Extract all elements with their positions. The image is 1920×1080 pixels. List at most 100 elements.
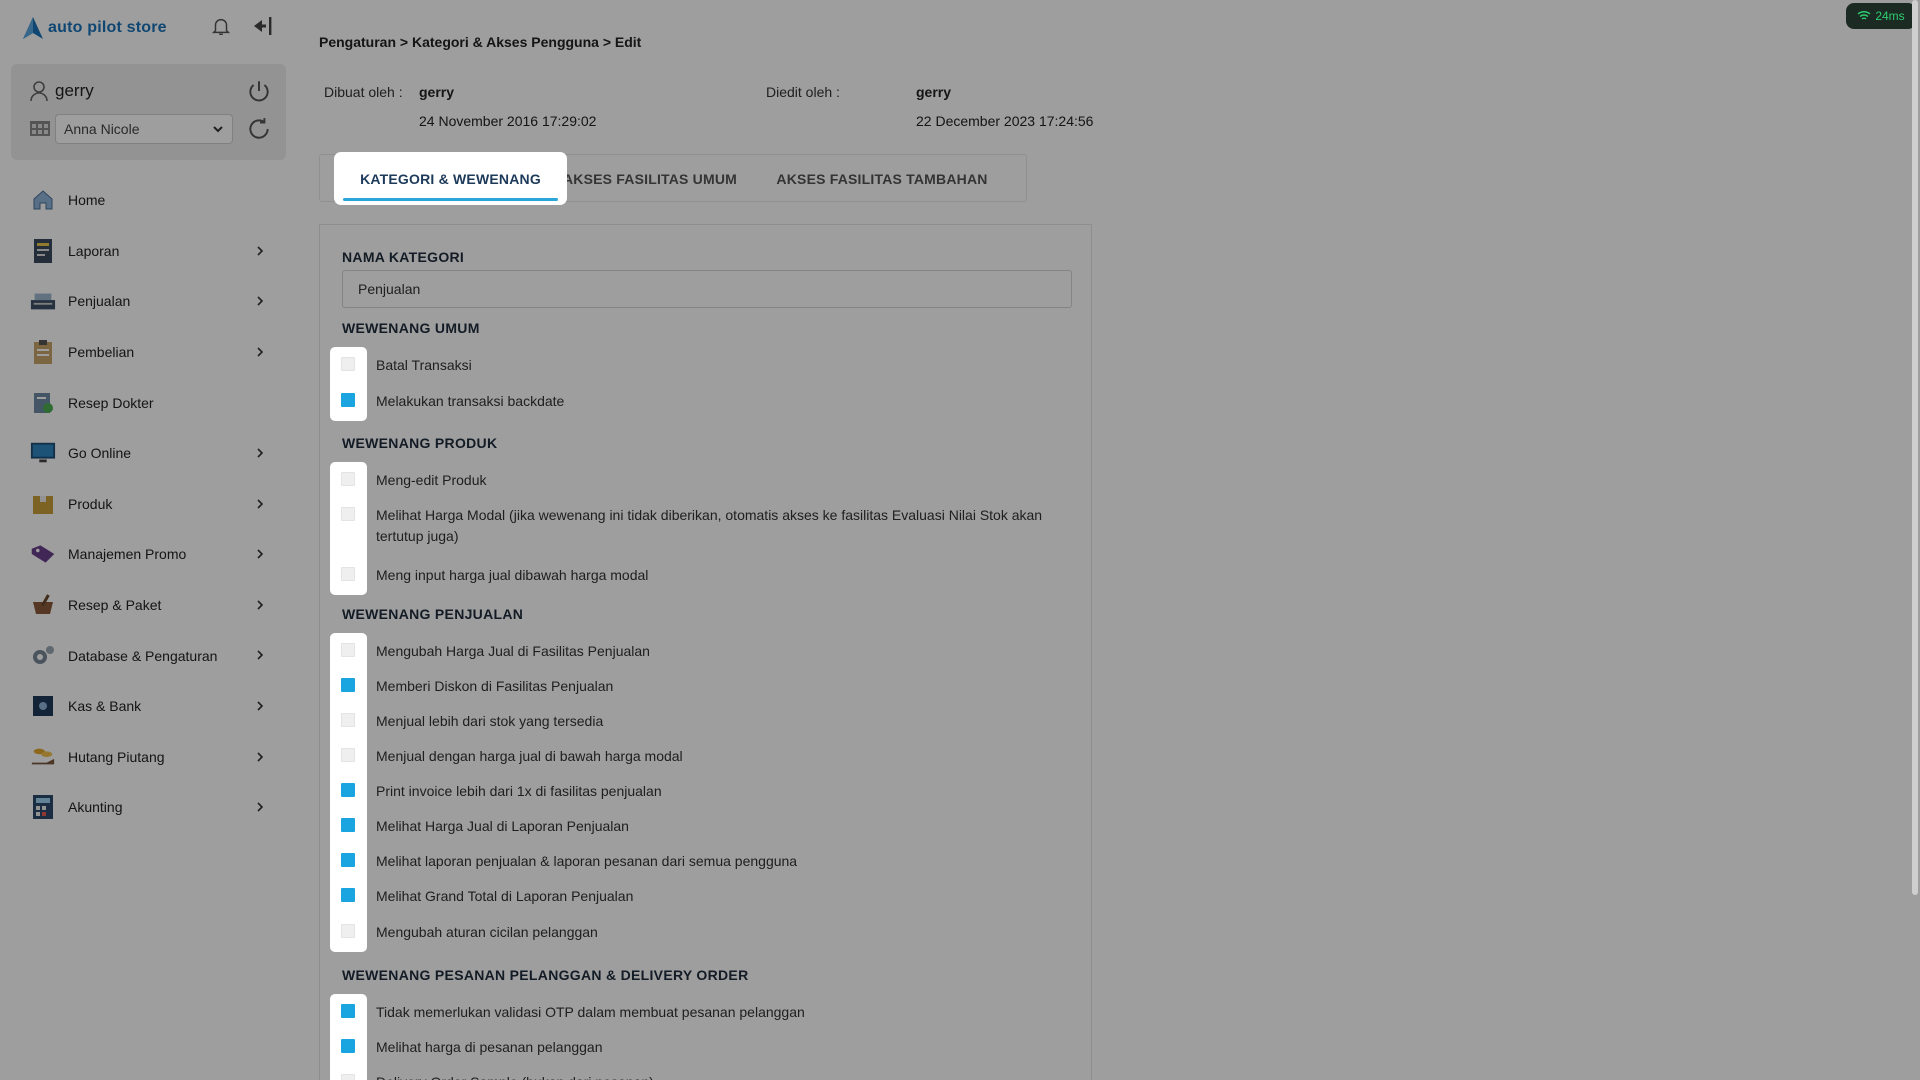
sidebar-item-hutang-piutang[interactable]: Hutang Piutang — [0, 732, 296, 783]
permission-checkbox[interactable] — [341, 783, 355, 797]
notification-bell-icon[interactable] — [207, 12, 235, 40]
sidebar-nav: Home Laporan Penjualan Pembelian Resep Dokte… — [0, 175, 296, 833]
chevron-right-icon — [255, 547, 265, 561]
gears-icon — [30, 643, 56, 669]
sidebar-item-resep-dokter[interactable]: Resep Dokter — [0, 377, 296, 428]
chevron-right-icon — [255, 750, 265, 764]
section-title: WEWENANG PENJUALAN — [342, 606, 524, 622]
chevron-right-icon — [255, 699, 265, 713]
sidebar-item-akunting[interactable]: Akunting — [0, 782, 296, 833]
power-icon[interactable] — [246, 78, 272, 104]
permission-row: Melihat Grand Total di Laporan Penjualan — [332, 886, 1056, 907]
section-title: WEWENANG UMUM — [342, 320, 480, 336]
permission-checkbox[interactable] — [341, 924, 355, 938]
sidebar-item-manajemen-promo[interactable]: Manajemen Promo — [0, 529, 296, 580]
category-name-input[interactable]: Penjualan — [342, 270, 1072, 308]
permission-row: Memberi Diskon di Fasilitas Penjualan — [332, 676, 1056, 697]
permission-checkbox[interactable] — [341, 643, 355, 657]
sidebar-item-label: Hutang Piutang — [68, 748, 165, 765]
chevron-right-icon — [255, 800, 265, 814]
breadcrumb: Pengaturan > Kategori & Akses Pengguna >… — [319, 34, 642, 50]
permission-row: Meng input harga jual dibawah harga moda… — [332, 565, 1056, 586]
edited-by-label: Diedit oleh : — [766, 84, 840, 100]
permission-checkbox[interactable] — [341, 818, 355, 832]
permission-checkbox[interactable] — [341, 507, 355, 521]
category-name-label: NAMA KATEGORI — [342, 249, 465, 265]
permission-label: Menjual dengan harga jual di bawah harga… — [376, 748, 683, 764]
permission-checkbox[interactable] — [341, 1039, 355, 1053]
sidebar-item-go-online[interactable]: Go Online — [0, 428, 296, 479]
sidebar-item-label: Pembelian — [68, 344, 135, 361]
refresh-icon[interactable] — [246, 116, 272, 142]
permission-label: Meng-edit Produk — [376, 472, 487, 488]
sidebar-item-label: Resep Dokter — [68, 394, 154, 411]
wifi-icon — [1857, 10, 1871, 20]
chevron-down-icon — [213, 126, 223, 133]
permission-checkbox[interactable] — [341, 678, 355, 692]
section-title: WEWENANG PESANAN PELANGGAN & DELIVERY OR… — [342, 967, 749, 983]
chevron-right-icon — [255, 497, 265, 511]
permission-row: Menjual dengan harga jual di bawah harga… — [332, 746, 1056, 767]
brand-logo[interactable]: auto pilot store — [22, 14, 167, 42]
permission-label: Mengubah Harga Jual di Fasilitas Penjual… — [376, 643, 650, 659]
sidebar-item-resep-paket[interactable]: Resep & Paket — [0, 580, 296, 631]
tab-akses-fasilitas-umum[interactable]: AKSES FASILITAS UMUM — [560, 155, 740, 203]
permission-label: Melakukan transaksi backdate — [376, 393, 565, 409]
permission-label: Delivery Order Sample (bukan dari pesana… — [376, 1072, 1056, 1080]
permission-row: Delivery Order Sample (bukan dari pesana… — [332, 1072, 1056, 1080]
chevron-right-icon — [255, 446, 265, 460]
form-panel: NAMA KATEGORI Penjualan WEWENANG UMUM Bat… — [319, 224, 1092, 1080]
permission-checkbox[interactable] — [341, 393, 355, 407]
chevron-right-icon — [255, 648, 265, 662]
active-tab-underline — [343, 198, 558, 201]
permission-row: Menjual lebih dari stok yang tersedia — [332, 711, 1056, 732]
permission-checkbox[interactable] — [341, 567, 355, 581]
permission-row: Tidak memerlukan validasi OTP dalam memb… — [332, 1002, 1056, 1023]
permission-row: Melakukan transaksi backdate — [332, 391, 1056, 412]
sidebar-item-produk[interactable]: Produk — [0, 479, 296, 530]
sidebar-item-kas-bank[interactable]: Kas & Bank — [0, 681, 296, 732]
permission-checkbox[interactable] — [341, 1004, 355, 1018]
sidebar-item-label: Manajemen Promo — [68, 546, 187, 563]
permission-checkbox[interactable] — [341, 853, 355, 867]
permission-checkbox[interactable] — [341, 357, 355, 371]
cashier-icon — [30, 288, 56, 314]
sidebar-item-laporan[interactable]: Laporan — [0, 226, 296, 277]
permission-label: Meng input harga jual dibawah harga moda… — [376, 567, 649, 583]
permission-row: Print invoice lebih dari 1x di fasilitas… — [332, 781, 1056, 802]
permission-row: Mengubah aturan cicilan pelanggan — [332, 922, 1056, 943]
permission-label: Print invoice lebih dari 1x di fasilitas… — [376, 783, 662, 799]
sidebar-item-pembelian[interactable]: Pembelian — [0, 327, 296, 378]
connection-status-badge: 24ms — [1846, 3, 1916, 29]
sidebar-item-label: Database & Pengaturan — [68, 647, 218, 664]
chevron-right-icon — [255, 244, 265, 258]
sidebar-item-label: Kas & Bank — [68, 698, 142, 715]
permission-label: Melihat laporan penjualan & laporan pesa… — [376, 853, 798, 869]
permission-checkbox[interactable] — [341, 713, 355, 727]
sidebar-item-database-pengaturan[interactable]: Database & Pengaturan — [0, 630, 296, 681]
store-icon — [30, 121, 50, 136]
permission-checkbox[interactable] — [341, 472, 355, 486]
page-scrollbar[interactable] — [1912, 0, 1918, 895]
tab-akses-fasilitas-tambahan[interactable]: AKSES FASILITAS TAMBAHAN — [770, 155, 994, 203]
report-icon — [30, 238, 56, 264]
collapse-sidebar-icon[interactable] — [248, 12, 276, 40]
permission-checkbox[interactable] — [341, 1074, 355, 1080]
created-by-value: gerry — [419, 84, 455, 100]
chevron-right-icon — [255, 345, 265, 359]
coins-hand-icon — [30, 744, 56, 770]
tab-kategori-wewenang[interactable]: KATEGORI & WEWENANG — [334, 152, 567, 205]
permission-checkbox[interactable] — [341, 748, 355, 762]
edited-by-value: gerry — [916, 84, 952, 100]
permission-label: Melihat Harga Modal (jika wewenang ini t… — [376, 507, 1043, 544]
sidebar-item-label: Penjualan — [68, 293, 131, 310]
sidebar-item-label: Laporan — [68, 242, 120, 259]
sidebar-item-label: Resep & Paket — [68, 597, 162, 614]
sidebar-item-penjualan[interactable]: Penjualan — [0, 276, 296, 327]
branch-select[interactable]: Anna Nicole — [55, 114, 233, 144]
permission-checkbox[interactable] — [341, 888, 355, 902]
sidebar-item-home[interactable]: Home — [0, 175, 296, 226]
chevron-right-icon — [255, 294, 265, 308]
permission-label: Melihat Grand Total di Laporan Penjualan — [376, 888, 634, 904]
permission-label: Tidak memerlukan validasi OTP dalam memb… — [376, 1004, 805, 1020]
